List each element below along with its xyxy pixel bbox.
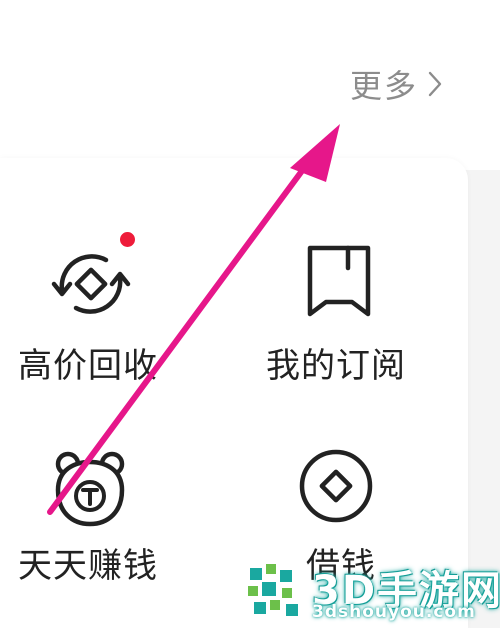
service-recycle[interactable]: 高价回收 (0, 228, 220, 398)
service-subscription[interactable]: 我的订阅 (246, 228, 466, 398)
chevron-right-icon (428, 71, 442, 97)
service-label: 天天赚钱 (18, 546, 158, 586)
coin-icon (299, 449, 373, 523)
recycle-coin-icon (51, 254, 131, 314)
watermark-logo-icon (248, 564, 298, 616)
site-watermark: 3D手游网 3dshouyou.com (240, 556, 500, 626)
bear-coin-icon (55, 451, 125, 527)
bookmark-icon (307, 245, 371, 317)
watermark-url: 3dshouyou.com (312, 602, 476, 622)
header-area: 更多 (0, 0, 500, 170)
notification-dot (118, 230, 137, 249)
more-link[interactable]: 更多 (350, 62, 442, 106)
service-label: 我的订阅 (266, 346, 406, 386)
more-label: 更多 (350, 67, 419, 105)
service-label: 高价回收 (18, 346, 158, 386)
service-daily-earn[interactable]: 天天赚钱 (0, 436, 220, 606)
